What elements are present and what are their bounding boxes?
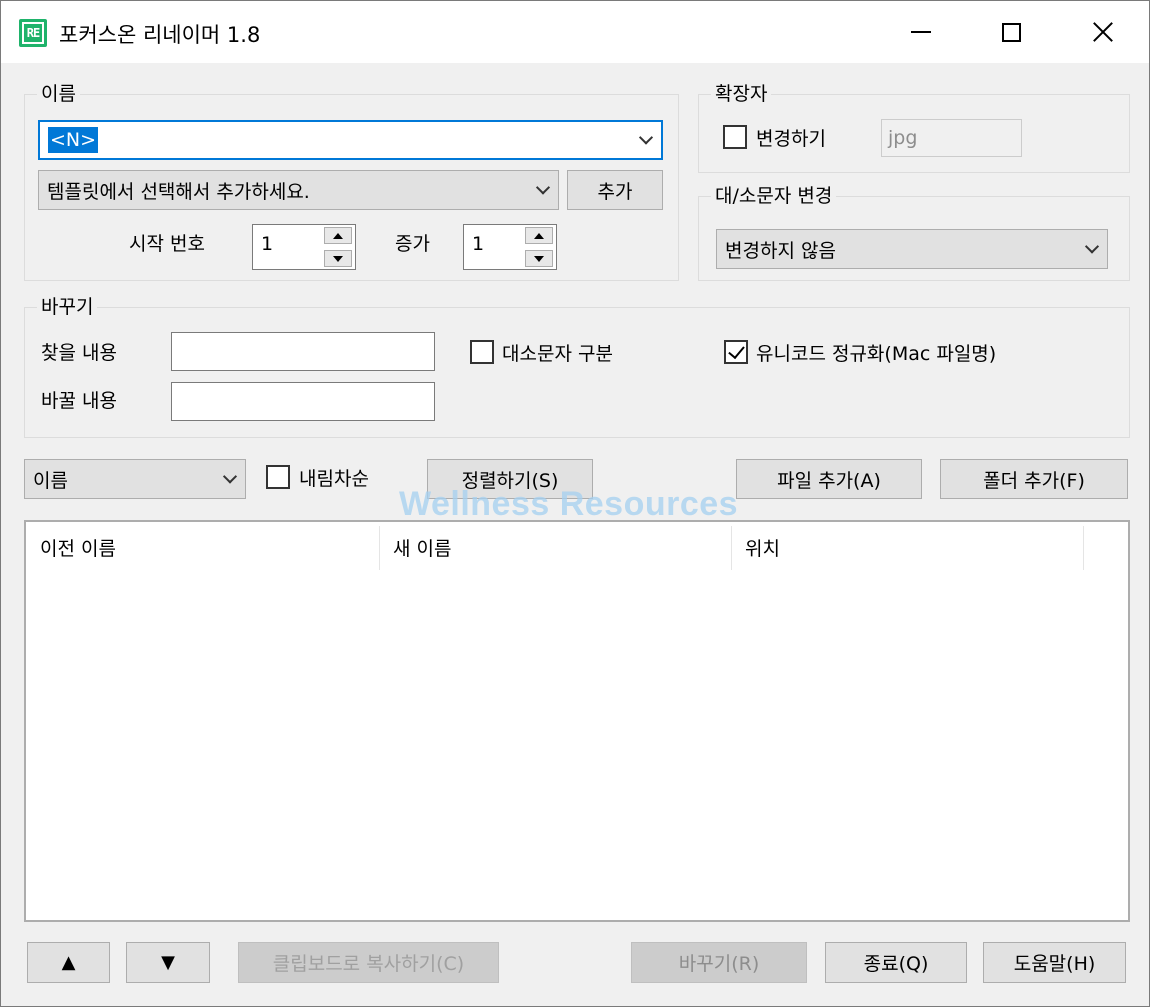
exit-button[interactable]: 종료(Q) (825, 942, 967, 983)
start-number-spinner[interactable]: 1 (252, 224, 356, 270)
app-icon-text: RE (22, 22, 44, 44)
descending-label: 내림차순 (299, 468, 369, 490)
extension-group-legend: 확장자 (711, 83, 772, 105)
replace-group-legend: 바꾸기 (37, 296, 98, 318)
start-number-value: 1 (261, 233, 274, 255)
extension-change-label: 변경하기 (756, 128, 826, 150)
spin-buttons (322, 226, 354, 268)
unicode-normalize-label: 유니코드 정규화(Mac 파일명) (756, 343, 997, 365)
help-button[interactable]: 도움말(H) (983, 942, 1126, 983)
increment-value: 1 (472, 233, 485, 255)
increment-spinner[interactable]: 1 (463, 224, 557, 270)
column-header-location[interactable]: 위치 (731, 522, 1083, 572)
increment-label: 증가 (395, 233, 430, 255)
extension-field: jpg (881, 119, 1022, 157)
chevron-down-icon (535, 180, 551, 195)
add-folder-button[interactable]: 폴더 추가(F) (940, 459, 1128, 499)
sort-by-select[interactable]: 이름 (24, 459, 246, 499)
copy-to-clipboard-button[interactable]: 클립보드로 복사하기(C) (238, 942, 499, 983)
spin-down-button[interactable] (324, 250, 352, 267)
arrow-up-icon (333, 232, 343, 239)
arrow-down-icon (333, 255, 343, 262)
maximize-icon (1001, 22, 1021, 42)
unicode-normalize-checkbox[interactable] (724, 340, 748, 364)
spin-buttons (523, 226, 555, 268)
column-header-old-name[interactable]: 이전 이름 (26, 522, 379, 572)
name-pattern-combo[interactable]: <N> (38, 120, 663, 160)
chevron-down-icon (222, 469, 238, 484)
arrow-up-icon (534, 232, 544, 239)
app-icon: RE (19, 19, 47, 47)
minimize-button[interactable] (875, 1, 967, 63)
case-select-value: 변경하지 않음 (725, 239, 836, 262)
rename-button[interactable]: 바꾸기(R) (631, 942, 807, 983)
replace-input[interactable] (171, 382, 435, 421)
arrow-down-icon (534, 255, 544, 262)
chevron-down-icon (638, 130, 654, 145)
move-down-button[interactable]: ▼ (126, 942, 210, 983)
name-pattern-value: <N> (48, 127, 99, 153)
find-label: 찾을 내용 (41, 342, 117, 364)
case-sensitive-label: 대소문자 구분 (502, 343, 613, 365)
spin-down-button[interactable] (525, 250, 553, 267)
template-select[interactable]: 템플릿에서 선택해서 추가하세요. (38, 170, 559, 210)
start-number-label: 시작 번호 (129, 233, 205, 255)
minimize-icon (911, 31, 931, 33)
sort-by-value: 이름 (33, 469, 68, 492)
spin-up-button[interactable] (324, 227, 352, 244)
watermark: Wellness Resources (399, 485, 739, 523)
maximize-button[interactable] (965, 1, 1057, 63)
app-window: RE 포커스온 리네이머 1.8 이름 <N> 템플릿에서 선택해서 추가하세요… (0, 0, 1150, 1007)
find-input[interactable] (171, 332, 435, 371)
name-group-legend: 이름 (37, 83, 80, 105)
add-template-button[interactable]: 추가 (567, 170, 663, 210)
spin-up-button[interactable] (525, 227, 553, 244)
title-bar[interactable]: RE 포커스온 리네이머 1.8 (1, 1, 1149, 63)
case-select[interactable]: 변경하지 않음 (716, 229, 1108, 269)
template-select-value: 템플릿에서 선택해서 추가하세요. (47, 180, 310, 203)
replace-label: 바꿀 내용 (41, 390, 117, 412)
close-icon (1092, 21, 1114, 43)
move-up-button[interactable]: ▲ (27, 942, 110, 983)
case-group-legend: 대/소문자 변경 (711, 185, 837, 207)
column-separator[interactable] (1083, 526, 1084, 570)
descending-checkbox[interactable] (266, 465, 290, 489)
file-list[interactable]: 이전 이름 새 이름 위치 (24, 520, 1130, 922)
case-sensitive-checkbox[interactable] (470, 340, 494, 364)
chevron-down-icon (1084, 239, 1100, 254)
extension-change-checkbox[interactable] (723, 125, 747, 149)
column-header-new-name[interactable]: 새 이름 (379, 522, 731, 572)
close-button[interactable] (1057, 1, 1149, 63)
window-title: 포커스온 리네이머 1.8 (59, 23, 261, 47)
add-files-button[interactable]: 파일 추가(A) (736, 459, 922, 499)
